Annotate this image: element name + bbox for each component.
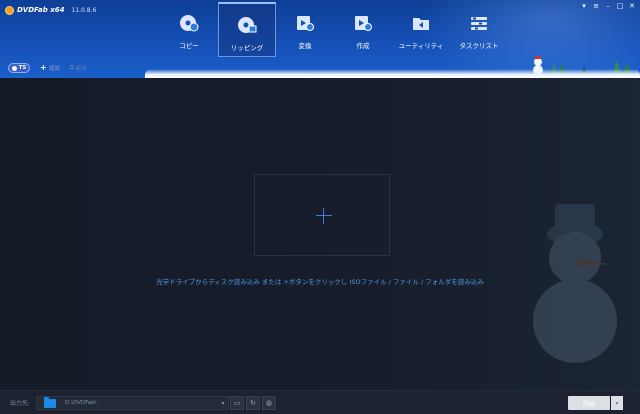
browse-folder-icon[interactable]: ▭	[230, 396, 244, 410]
toggle-dot-icon	[11, 65, 17, 71]
add-source-plus-icon[interactable]	[316, 208, 332, 224]
output-path-select[interactable]: D:\DVDFab\ ▾	[36, 396, 229, 410]
minimize-icon[interactable]: –	[604, 2, 612, 10]
pin-icon[interactable]: ▾	[580, 2, 588, 10]
video-convert-icon	[295, 14, 315, 32]
tab-create[interactable]: 作成	[334, 2, 392, 57]
add-button[interactable]: + 追加	[40, 63, 60, 73]
app-version: 11.0.8.6	[71, 6, 97, 14]
ts-toggle[interactable]: TS	[8, 63, 30, 73]
globe-icon[interactable]: ◍	[262, 396, 276, 410]
add-label: 追加	[48, 66, 60, 72]
merge-label: 結合	[76, 66, 88, 72]
maximize-icon[interactable]: □	[616, 2, 624, 10]
drop-zone[interactable]	[254, 174, 390, 256]
plus-icon: +	[40, 63, 47, 72]
refresh-icon[interactable]: ↻	[246, 396, 260, 410]
menu-icon[interactable]: ≡	[592, 2, 600, 10]
disc-copy-icon	[179, 14, 199, 32]
tab-task-list-label: タスクリスト	[459, 42, 499, 50]
start-button[interactable]: 開始	[568, 396, 610, 410]
disc-ripper-icon	[237, 16, 257, 34]
tab-create-label: 作成	[356, 42, 370, 50]
tab-convert-label: 変換	[298, 42, 312, 50]
main-nav: コピー リッピング 変換 作成 ユーティリティ タスクリスト	[160, 2, 508, 58]
video-create-icon	[353, 14, 373, 32]
header-banner: DVDFab x64 11.0.8.6 ▾ ≡ – □ ✕ コピー リッピング	[0, 0, 640, 78]
bottom-bar: 出力先: D:\DVDFab\ ▾ ▭ ↻ ◍ 開始 ▾	[0, 390, 640, 414]
main-drop-area: 光学ドライブからディスク読み込み または +ボタンをクリックし ISOファイル …	[0, 78, 640, 390]
tab-task-list[interactable]: タスクリスト	[450, 2, 508, 57]
app-logo-icon	[5, 5, 14, 15]
tab-copy-label: コピー	[179, 42, 199, 50]
output-label: 出力先:	[10, 400, 31, 407]
source-toolbar: TS + 追加 ⧉ 結合	[0, 60, 87, 76]
ts-label: TS	[18, 65, 27, 71]
folder-icon	[44, 396, 56, 408]
tab-utility[interactable]: ユーティリティ	[392, 2, 450, 57]
merge-button[interactable]: ⧉ 結合	[70, 64, 87, 72]
snow-strip	[145, 69, 640, 78]
app-brand: DVDFab x64 11.0.8.6	[5, 3, 96, 17]
tab-convert[interactable]: 変換	[276, 2, 334, 57]
app-name: DVDFab x64	[17, 6, 65, 14]
start-options-chevron-icon[interactable]: ▾	[611, 396, 623, 410]
chevron-down-icon[interactable]: ▾	[218, 400, 228, 407]
utility-folder-icon	[411, 14, 431, 32]
tab-utility-label: ユーティリティ	[398, 42, 444, 50]
merge-icon: ⧉	[69, 64, 75, 71]
task-list-icon	[469, 14, 489, 32]
window-controls: ▾ ≡ – □ ✕	[580, 2, 636, 10]
drop-hint: 光学ドライブからディスク読み込み または +ボタンをクリックし ISOファイル …	[156, 278, 484, 286]
tab-ripper-label: リッピング	[230, 44, 264, 52]
tab-copy[interactable]: コピー	[160, 2, 218, 57]
tab-ripper[interactable]: リッピング	[218, 2, 276, 57]
close-icon[interactable]: ✕	[628, 2, 636, 10]
output-path-value: D:\DVDFab\	[65, 400, 97, 406]
